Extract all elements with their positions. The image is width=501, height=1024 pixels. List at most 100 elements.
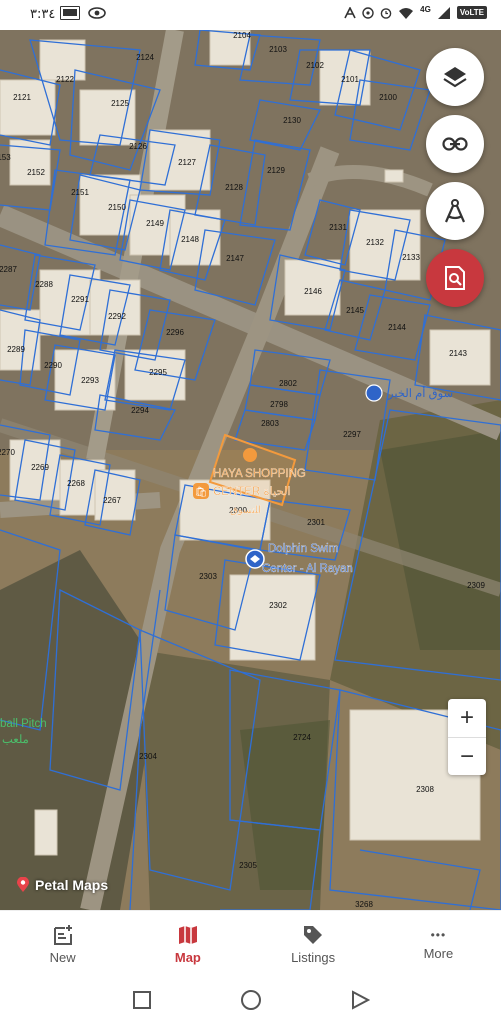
font-icon — [344, 6, 356, 18]
parcel-label: 2127 — [178, 158, 196, 167]
parcel-label: 2291 — [71, 295, 89, 304]
parcel-label: 2724 — [293, 733, 311, 742]
parcel-label: 2269 — [31, 463, 49, 472]
signal-icon — [437, 6, 450, 19]
poi-dolphin-name-line1[interactable]: Dolphin Swim — [268, 543, 339, 555]
map-icon — [178, 925, 197, 944]
parcel-label: 2295 — [149, 368, 167, 377]
parcel-label: 2292 — [108, 312, 126, 321]
parcel-label: 2297 — [343, 430, 361, 439]
parcel-label: 2287 — [0, 265, 17, 274]
parcel-label: 2121 — [13, 93, 31, 102]
parcel-label: 2309 — [467, 581, 485, 590]
parcel-label: 2104 — [233, 31, 251, 40]
nav-map[interactable]: Map — [125, 911, 250, 977]
parcel-label: 2126 — [129, 142, 147, 151]
parcel-label: 2267 — [103, 496, 121, 505]
nav-listings-label: Listings — [291, 949, 336, 965]
poi-pitch-name-line2[interactable]: ملعب — [2, 733, 29, 746]
parcel-label: 2289 — [7, 345, 25, 354]
parcel-label: 153 — [0, 153, 11, 162]
system-navigation-bar — [0, 976, 501, 1024]
parcel-label: 2131 — [329, 223, 347, 232]
parcel-label: 2150 — [108, 203, 126, 212]
parcel-label: 2149 — [146, 219, 164, 228]
brand-name: Petal Maps — [35, 877, 109, 893]
measure-icon — [444, 199, 466, 223]
parcel-label: 2146 — [304, 287, 322, 296]
tag-icon — [304, 925, 323, 944]
zoom-out-button[interactable]: − — [448, 738, 486, 776]
parcel-label: 2288 — [35, 280, 53, 289]
poi-pitch-name-line1[interactable]: ball Pitch — [0, 718, 47, 730]
home-button-icon[interactable] — [240, 989, 262, 1011]
store-poi-icon[interactable] — [365, 384, 383, 402]
parcel-label: 2133 — [402, 253, 420, 262]
nav-more[interactable]: ••• More — [376, 911, 501, 977]
parcel-label: 2144 — [388, 323, 406, 332]
satellite-map[interactable]: 2104 2103 2102 2101 2100 2124 2122 2121 … — [0, 30, 501, 910]
nav-map-label: Map — [174, 949, 201, 965]
poi-haya-name-line1[interactable]: HAYA SHOPPING — [213, 468, 306, 480]
share-link-button[interactable] — [426, 115, 484, 173]
poi-dolphin-name-line2[interactable]: Center - Al Rayan — [262, 563, 353, 575]
parcel-label: 2145 — [346, 306, 364, 315]
measure-button[interactable] — [426, 182, 484, 240]
shopping-bag-glyph: 🛍 — [195, 486, 208, 498]
selected-parcel-pin-icon[interactable] — [243, 448, 257, 462]
parcel-label: 2302 — [269, 601, 287, 610]
parcel-label: 2290 — [44, 361, 62, 370]
more-icon: ••• — [430, 927, 447, 942]
nav-listings[interactable]: Listings — [251, 911, 376, 977]
parcel-label: 2130 — [283, 116, 301, 125]
brand-watermark: Petal Maps — [16, 877, 108, 893]
petal-maps-logo-icon — [17, 877, 29, 892]
parcel-label: 2148 — [181, 235, 199, 244]
parcel-label: 2147 — [226, 254, 244, 263]
bottom-navigation: New Map Listings ••• More — [0, 910, 501, 977]
parcel-label: 2128 — [225, 183, 243, 192]
zoom-controls: + − — [448, 699, 486, 775]
sim-icon — [60, 6, 80, 20]
parcel-label: 2301 — [307, 518, 325, 527]
map-view[interactable]: 2104 2103 2102 2101 2100 2124 2122 2121 … — [0, 30, 501, 910]
back-button-icon[interactable] — [350, 990, 370, 1010]
parcel-label: 2305 — [239, 861, 257, 870]
poi-souq-name[interactable]: سوق أم الخير — [387, 385, 454, 400]
parcel-label: 2122 — [56, 75, 74, 84]
status-time: ٣:٣٤ — [30, 7, 56, 22]
parcel-label: 2293 — [81, 376, 99, 385]
search-area-icon — [445, 266, 465, 290]
network-type: 4G — [420, 5, 431, 14]
parcel-label: 2268 — [67, 479, 85, 488]
parcel-label: 2803 — [261, 419, 279, 428]
layers-icon — [443, 67, 467, 88]
nav-new-label: New — [49, 949, 76, 965]
parcel-label: 2132 — [366, 238, 384, 247]
parcel-label: 2102 — [306, 61, 324, 70]
parcel-label: 2152 — [27, 168, 45, 177]
parcel-label: 2270 — [0, 448, 15, 457]
parcel-label: 2101 — [341, 75, 359, 84]
search-area-button[interactable] — [426, 249, 484, 307]
zoom-in-button[interactable]: + — [448, 699, 486, 737]
parcel-label: 2296 — [166, 328, 184, 337]
nav-new[interactable]: New — [0, 911, 125, 977]
wifi-icon — [399, 7, 414, 19]
parcel-label: 2151 — [71, 188, 89, 197]
status-bar: ٣:٣٤ 4G VoLTE — [0, 0, 501, 30]
parcel-label: 2802 — [279, 379, 297, 388]
parcel-label: 3268 — [355, 900, 373, 909]
recents-button-icon[interactable] — [132, 990, 152, 1010]
parcel-label: 2294 — [131, 406, 149, 415]
parcel-label: 2303 — [199, 572, 217, 581]
eye-icon — [88, 7, 106, 19]
poi-haya-name-line3[interactable]: للتسوق — [230, 505, 262, 516]
parcel-label: 2125 — [111, 99, 129, 108]
poi-haya-name-line2[interactable]: CENTER الحياة — [213, 485, 291, 498]
alarm-icon — [380, 7, 392, 19]
parcel-label: 2129 — [267, 166, 285, 175]
parcel-label: 2308 — [416, 785, 434, 794]
layers-button[interactable] — [426, 48, 484, 106]
new-note-icon — [53, 924, 72, 945]
